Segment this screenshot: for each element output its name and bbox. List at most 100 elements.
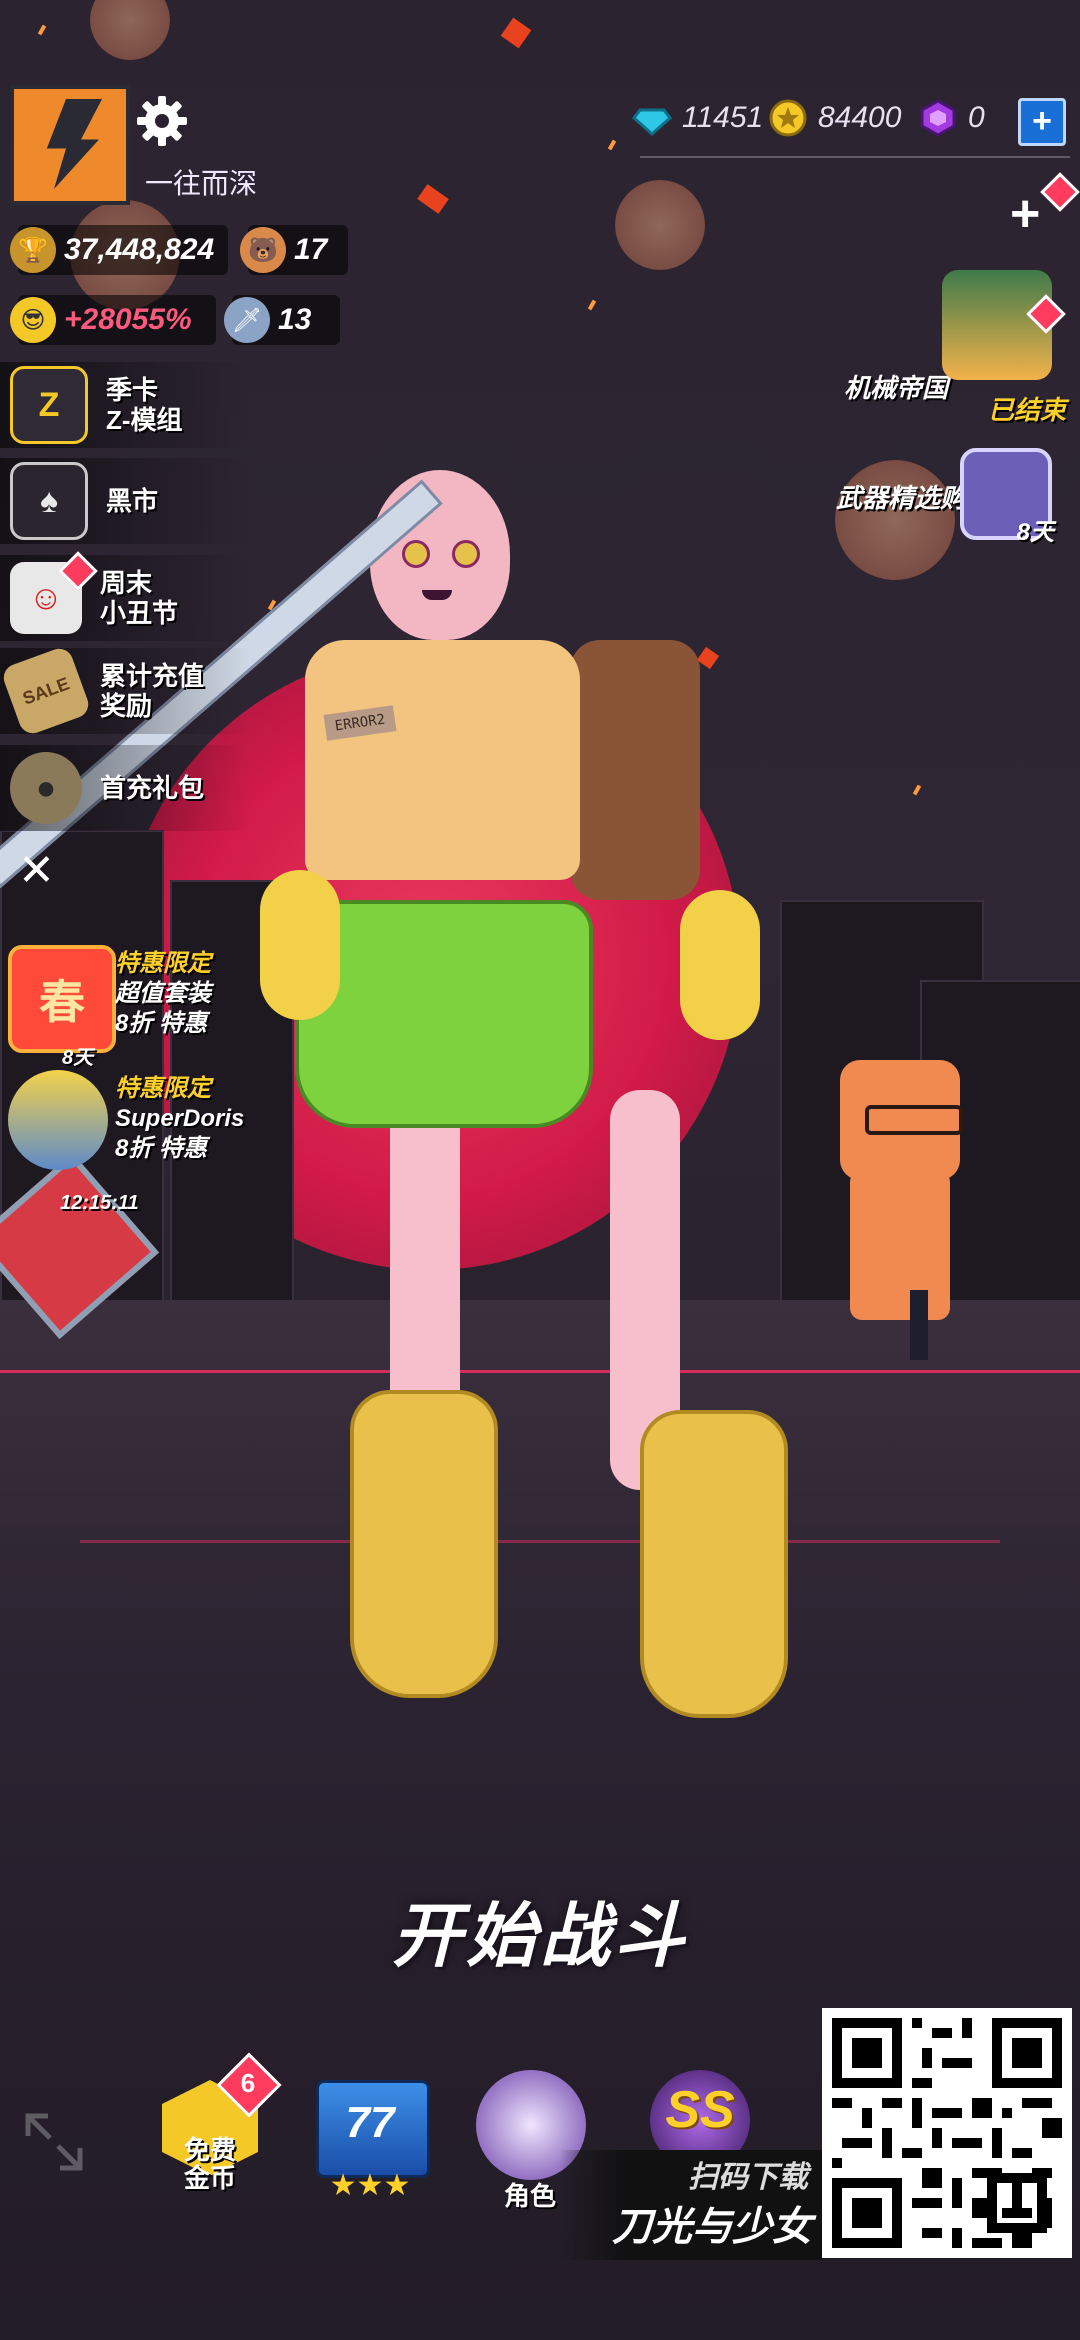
promo-status: 已结束	[987, 395, 1066, 425]
level-stars-icon: ★★★	[329, 2169, 411, 2202]
sword-stat[interactable]: 🗡 13	[224, 295, 340, 345]
start-battle-button[interactable]: 开始战斗	[0, 1880, 1080, 1981]
bokeh-light	[90, 0, 170, 60]
sale-tag-icon: SALE	[0, 644, 93, 738]
offer-tag: 特惠限定	[115, 1075, 211, 1102]
z-module-icon: Z	[10, 366, 88, 444]
player-character[interactable]: ERROR2	[240, 470, 800, 1770]
menu-label: 周末 小丑节	[100, 568, 179, 628]
promo-label: 武器精选购	[835, 483, 966, 513]
offer-tag: 特惠限定	[115, 950, 211, 977]
right-boot	[640, 1410, 788, 1718]
add-plus-icon[interactable]: +	[1010, 184, 1040, 244]
offer-timer: 8天	[62, 1047, 94, 1069]
menu-first-recharge-pack[interactable]: ● 首充礼包	[0, 745, 250, 831]
confetti	[417, 184, 449, 214]
spark	[587, 299, 597, 311]
menu-season-card[interactable]: Z 季卡 Z-模组	[0, 362, 250, 448]
spade-icon: ♠	[10, 462, 88, 540]
level-number: 77	[345, 2098, 395, 2147]
bear-stat[interactable]: 🐻 17	[240, 225, 348, 275]
right-glove	[680, 890, 760, 1040]
character-head	[370, 470, 510, 640]
coin-icon	[769, 99, 807, 137]
promo-label: 机械帝国	[843, 373, 948, 403]
lightning-icon	[46, 99, 102, 189]
confetti	[500, 17, 532, 49]
mouth	[422, 590, 452, 600]
boost-value: +28055%	[64, 303, 192, 336]
game-title-label: 刀光与少女	[612, 2205, 812, 2249]
superdoris-portrait	[8, 1070, 108, 1170]
expand-icon[interactable]	[24, 2112, 84, 2172]
free-coins-badge-count: 6	[240, 2068, 256, 2098]
trophy-count: 37,448,824	[64, 233, 215, 266]
bear-head	[840, 1060, 963, 1180]
left-boot	[350, 1390, 498, 1698]
gem-count: 11451	[682, 101, 764, 134]
gem-icon	[632, 108, 672, 137]
settings-gear-icon[interactable]	[136, 95, 188, 147]
spring-badge-text: 春	[39, 976, 85, 1028]
trophy-stat[interactable]: 🏆 37,448,824	[10, 225, 228, 275]
eye	[402, 540, 430, 568]
smiley-icon: 😎	[10, 297, 56, 343]
offer-discount: 8折 特惠	[115, 1010, 208, 1037]
trophy-icon: 🏆	[10, 227, 56, 273]
add-currency-button[interactable]: +	[1018, 98, 1066, 146]
teddy-bear-npc[interactable]	[830, 1060, 980, 1360]
player-name: 一往而深	[145, 168, 258, 199]
promo-timer: 8天	[1016, 519, 1054, 546]
bear-body	[850, 1170, 950, 1360]
coin-currency[interactable]: 84400	[768, 96, 901, 140]
offer-title: SuperDoris	[115, 1105, 245, 1132]
player-avatar[interactable]	[10, 85, 130, 205]
gem-currency[interactable]: 11451	[632, 96, 763, 140]
promo-mech-empire[interactable]: 机械帝国 已结束	[806, 270, 1066, 425]
eye	[452, 540, 480, 568]
divider	[640, 156, 1070, 158]
close-icon[interactable]: ✕	[18, 845, 55, 896]
sword-count: 13	[278, 303, 312, 336]
offer-spring-bundle[interactable]: 春 特惠限定 超值套装 8折 特惠 8天	[0, 945, 300, 1069]
offer-superdoris[interactable]: 特惠限定 SuperDoris 8折 特惠 12:15:11	[0, 1070, 300, 1214]
offer-discount: 8折 特惠	[115, 1135, 208, 1162]
shirt	[305, 640, 580, 880]
sword-icon: 🗡	[224, 297, 270, 343]
menu-black-market[interactable]: ♠ 黑市	[0, 458, 250, 544]
cube-currency[interactable]: 0	[918, 96, 985, 140]
offer-title: 超值套装	[115, 980, 211, 1007]
menu-label: 首充礼包	[100, 773, 205, 803]
level-button[interactable]: 77 ★★★	[310, 2080, 430, 2210]
cube-icon	[920, 99, 956, 137]
bokeh-light	[615, 180, 705, 270]
free-coins-button[interactable]: 6 免费 金币	[150, 2052, 282, 2210]
rank-label: SS	[665, 2081, 735, 2139]
spring-badge-icon: 春	[8, 945, 116, 1053]
scan-download-label: 扫码下载	[688, 2161, 808, 2194]
download-banner[interactable]: 扫码下载 刀光与少女	[560, 2150, 822, 2260]
download-qr-code[interactable]	[822, 2008, 1072, 2258]
gift-pouch-icon: ●	[10, 752, 82, 824]
menu-label: 黑市	[106, 486, 159, 516]
promo-portrait	[942, 270, 1052, 380]
offer-timer: 12:15:11	[60, 1192, 139, 1214]
tie-icon	[910, 1290, 928, 1360]
free-coins-label: 免费 金币	[183, 2135, 236, 2193]
menu-label: 累计充值 奖励	[100, 661, 205, 721]
menu-recharge-rewards[interactable]: SALE 累计充值 奖励	[0, 644, 250, 738]
promo-weapon-shop[interactable]: 武器精选购 8天	[806, 448, 1066, 568]
spark	[912, 784, 922, 796]
coin-count: 84400	[818, 101, 902, 134]
backpack	[570, 640, 700, 900]
cube-count: 0	[968, 101, 985, 134]
spark	[37, 24, 47, 36]
bear-count: 17	[294, 233, 328, 266]
offer-text: 特惠限定 SuperDoris 8折 特惠	[115, 1074, 244, 1164]
boost-stat[interactable]: 😎 +28055%	[10, 295, 216, 345]
offer-text: 特惠限定 超值套装 8折 特惠	[115, 949, 211, 1039]
bear-icon: 🐻	[240, 227, 286, 273]
spark	[607, 139, 617, 151]
menu-clown-festival[interactable]: ☺ 周末 小丑节	[0, 551, 250, 641]
menu-label: 季卡 Z-模组	[106, 375, 183, 435]
